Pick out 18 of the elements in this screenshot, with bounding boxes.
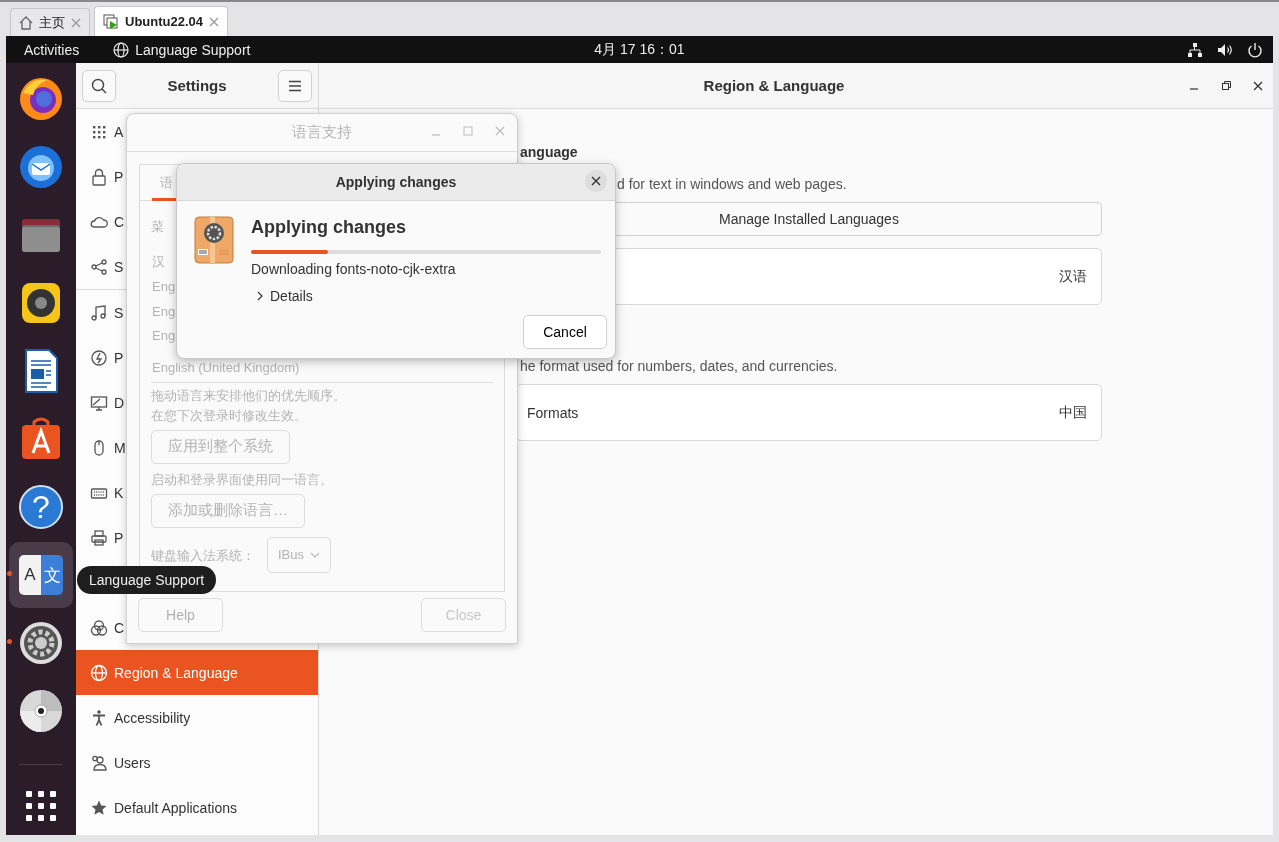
hint-text: 在您下次登录时修改生效。 — [151, 406, 307, 425]
section-description: he format used for numbers, dates, and currencies. — [519, 358, 838, 374]
help-icon: ? — [19, 485, 63, 529]
status-text: Downloading fonts-noto-cjk-extra — [251, 261, 457, 277]
row-label: Formats — [527, 404, 579, 421]
row-value: 中国 — [1059, 403, 1087, 422]
section-heading: anguage — [519, 144, 579, 160]
hint-text: 拖动语言来安排他们的优先顺序。 — [151, 386, 346, 405]
row-value: 汉语 — [1059, 267, 1087, 286]
tooltip: Language Support — [77, 566, 217, 594]
window-title: 语言支持 — [292, 123, 352, 142]
sidebar-title: Settings — [167, 77, 227, 94]
dialog-title: Applying changes — [335, 174, 457, 190]
section-description: d for text in windows and web pages. — [617, 176, 847, 192]
input-method-label: 键盘输入法系统： — [151, 546, 255, 565]
dialog-heading: Applying changes — [251, 217, 408, 238]
section-label: 菜 — [151, 218, 164, 236]
window-title: Region & Language — [702, 77, 846, 94]
